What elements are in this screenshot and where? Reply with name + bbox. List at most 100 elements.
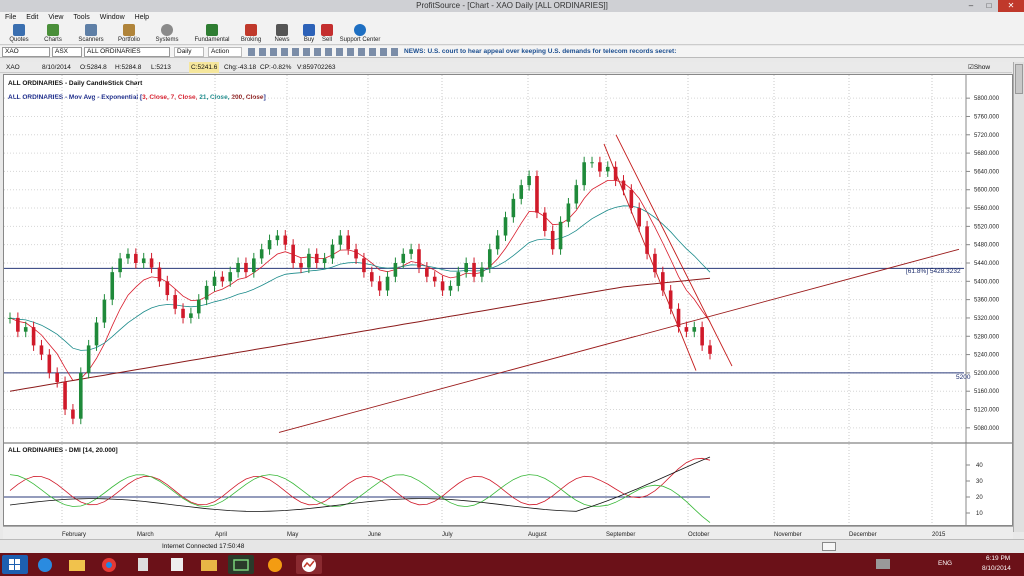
price-tick-label: 5360.000 <box>974 298 1000 304</box>
period-select[interactable]: Daily <box>174 47 204 57</box>
candle-body <box>47 354 52 373</box>
candle-body <box>676 308 681 328</box>
chart-panel[interactable]: ALL ORDINARIES - Daily CandleStick Chart… <box>3 74 1013 526</box>
minimize-button[interactable]: – <box>962 0 980 12</box>
quote-info-bar: XAO 8/10/2014 O:5284.8 H:5284.8 L:5213 C… <box>0 62 1012 82</box>
menu-file[interactable]: File <box>0 12 21 23</box>
date-axis-label: December <box>849 532 877 538</box>
calculator-icon[interactable] <box>130 555 156 574</box>
system-tray-icons[interactable] <box>876 559 890 569</box>
candle-body <box>582 162 586 186</box>
chart-canvas[interactable]: ALL ORDINARIES - Daily CandleStick Chart… <box>4 75 1012 525</box>
candle-body <box>23 327 28 332</box>
dmi-indicator: 40 30 20 10 <box>4 443 983 525</box>
candle-body <box>708 345 712 354</box>
candle-body <box>78 372 83 419</box>
documents-icon[interactable] <box>164 555 190 574</box>
candle-body <box>377 281 382 291</box>
candle-body <box>346 235 351 250</box>
file-explorer-icon[interactable] <box>64 555 90 574</box>
fundamental-icon <box>206 24 218 36</box>
menu-help[interactable]: Help <box>130 12 154 23</box>
candle-body <box>464 263 468 273</box>
candle-body <box>149 258 154 268</box>
candle-body <box>692 327 697 332</box>
channel-upper-line <box>615 134 733 367</box>
menu-tools[interactable]: Tools <box>68 12 94 23</box>
menu-window[interactable]: Window <box>95 12 130 23</box>
info-change: Chg:-43.18 <box>224 64 257 71</box>
toolbar-charts-button[interactable]: Charts <box>34 24 72 43</box>
fib-level-label: [61.8%] 5428.3232 <box>906 268 961 275</box>
trading-app-icon[interactable] <box>228 555 254 574</box>
info-open: O:5284.8 <box>80 64 107 71</box>
chart-side-scrollbar[interactable] <box>1013 62 1024 532</box>
clock-time: 6:19 PM <box>986 555 1011 562</box>
menu-edit[interactable]: Edit <box>21 12 43 23</box>
toolbar-systems-button[interactable]: Systems <box>148 24 186 43</box>
candle-body <box>31 327 36 346</box>
price-tick-label: 5480.000 <box>974 243 1000 249</box>
language-indicator[interactable]: ENG <box>938 560 952 567</box>
toolbar-fundamental-button[interactable]: Fundamental <box>191 24 233 43</box>
exchange-select[interactable]: ASX <box>52 47 82 57</box>
main-toolbar: Quotes Charts Scanners Portfolio Systems… <box>0 23 1024 45</box>
quotes-icon <box>13 24 25 36</box>
internet-explorer-icon[interactable] <box>32 555 58 574</box>
candle-body <box>440 281 445 291</box>
toolbar-support-button[interactable]: Support Center <box>334 24 386 43</box>
start-button[interactable] <box>2 555 28 574</box>
candle-body <box>598 162 602 172</box>
news-ticker[interactable]: NEWS: U.S. court to hear appeal over kee… <box>404 47 676 57</box>
scanners-icon <box>85 24 97 36</box>
scrollbar-thumb[interactable] <box>1015 64 1023 94</box>
candle-body <box>118 258 122 273</box>
info-change-percent: CP:-0.82% <box>260 64 292 71</box>
candle-body <box>401 253 406 263</box>
candle-body <box>495 235 500 250</box>
candle-body <box>307 253 311 268</box>
chrome-icon[interactable] <box>96 555 122 574</box>
toolbar-scanners-button[interactable]: Scanners <box>72 24 110 43</box>
sell-icon <box>321 24 333 36</box>
menu-view[interactable]: View <box>43 12 68 23</box>
status-resize-grip[interactable] <box>822 542 836 551</box>
candle-body <box>432 276 437 282</box>
folder-icon[interactable] <box>196 555 222 574</box>
candle-body <box>283 235 288 245</box>
candle-body <box>267 240 272 250</box>
toolbar-quotes-button[interactable]: Quotes <box>0 24 38 43</box>
candle-body <box>511 198 516 218</box>
ma-param-0: 3, Close, <box>142 94 169 101</box>
ema-21-line <box>9 205 711 351</box>
date-axis-label: 2015 <box>932 532 946 538</box>
candle-body <box>653 253 657 273</box>
support-center-icon <box>354 24 366 36</box>
candle-body <box>330 244 335 259</box>
ma-param-3: 200, Close <box>231 94 264 101</box>
candle-body <box>519 185 524 199</box>
toolbar-portfolio-button[interactable]: Portfolio <box>110 24 148 43</box>
connection-status: Internet Connected 17:50:48 <box>162 543 245 550</box>
price-tick-label: 5320.000 <box>974 316 1000 322</box>
chart-tools-icons[interactable] <box>248 48 398 56</box>
date-axis-label: July <box>442 532 453 538</box>
candle-body <box>543 212 547 231</box>
maximize-button[interactable]: □ <box>980 0 998 12</box>
symbol-input[interactable]: XAO <box>2 47 50 57</box>
candle-body <box>409 249 413 254</box>
date-axis-label: September <box>606 532 635 538</box>
action-menu[interactable]: Action <box>208 47 242 57</box>
candle-body <box>212 276 217 286</box>
notes-app-icon[interactable] <box>262 555 288 574</box>
security-name-field[interactable]: ALL ORDINARIES <box>84 47 170 57</box>
candle-body <box>63 382 67 410</box>
close-button[interactable]: ✕ <box>998 0 1024 12</box>
candle-body <box>527 176 531 186</box>
candle-body <box>181 308 185 318</box>
candle-body <box>110 272 115 300</box>
candle-body <box>393 263 398 277</box>
candle-body <box>86 345 91 373</box>
profitsource-taskbar-icon[interactable] <box>296 555 322 574</box>
show-last-checkbox[interactable]: ☑ Show Last <box>968 62 990 82</box>
